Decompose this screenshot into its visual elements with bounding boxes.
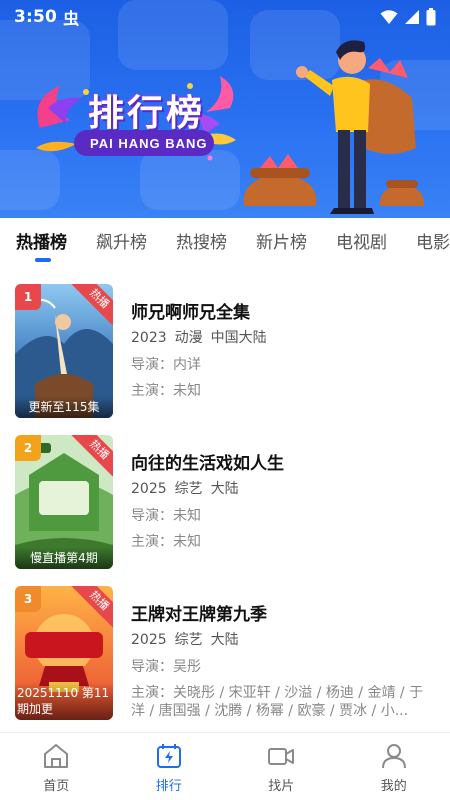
ranking-logo: 排行榜 PAI HANG BANG: [30, 68, 240, 168]
item-meta: 2023 动漫 中国大陆: [131, 328, 435, 348]
item-title[interactable]: 向往的生活戏如人生: [131, 453, 435, 475]
banner-subtitle: PAI HANG BANG: [90, 136, 208, 151]
item-cast: 主演：未知: [131, 383, 201, 399]
tab-hot-search[interactable]: 热搜榜: [176, 218, 227, 268]
item-director: 导演：内详: [131, 357, 201, 373]
nav-label: 排行: [155, 779, 182, 794]
nav-home[interactable]: 首页: [0, 733, 113, 800]
list-item[interactable]: 3 热播 20251110 第11期加更 王牌对王牌第九季 2025 综艺 大陆 导…: [15, 586, 435, 720]
item-cast: 主演：关晓彤 / 宋亚轩 / 沙溢 / 杨迪 / 金靖 / 于洋 / 唐国强 /…: [131, 685, 424, 719]
poster-image[interactable]: 2 热播 慢直播第4期: [15, 435, 113, 569]
item-title[interactable]: 王牌对王牌第九季: [131, 604, 435, 626]
poster-image[interactable]: 3 热播 20251110 第11期加更: [15, 586, 113, 720]
rank-badge: 2: [15, 435, 41, 461]
status-debug-glyph: 虫: [63, 9, 80, 28]
item-meta: 2025 综艺 大陆: [131, 479, 435, 499]
nav-ranking[interactable]: 排行: [113, 733, 226, 800]
home-icon: [44, 744, 69, 768]
tab-rising[interactable]: 飙升榜: [96, 218, 147, 268]
tab-movies[interactable]: 电影: [416, 218, 450, 268]
nav-profile[interactable]: 我的: [338, 733, 450, 800]
ranking-banner: 3:50 虫 排行榜 PAI HANG BANG: [0, 0, 450, 218]
bottom-navigation: 首页 排行 找片 我的: [0, 732, 450, 800]
item-year: 2025: [131, 481, 167, 497]
nav-find[interactable]: 找片: [225, 733, 338, 800]
item-cast: 主演：未知: [131, 534, 201, 550]
item-region: 大陆: [210, 632, 239, 648]
episode-caption: 20251110 第11期加更: [15, 682, 113, 720]
status-time: 3:50: [14, 7, 58, 27]
nav-label: 找片: [268, 779, 295, 794]
item-year: 2025: [131, 632, 167, 648]
ranking-tabs: 热播榜 飙升榜 热搜榜 新片榜 电视剧 电影: [0, 218, 450, 268]
tab-new-releases[interactable]: 新片榜: [256, 218, 307, 268]
episode-caption: 慢直播第4期: [15, 547, 113, 569]
item-director: 导演：吴彤: [131, 659, 201, 675]
tab-hot-playing[interactable]: 热播榜: [16, 218, 67, 268]
list-item[interactable]: 2 热播 慢直播第4期 向往的生活戏如人生 2025 综艺 大陆 导演：未知 主演：…: [15, 435, 435, 569]
item-region: 中国大陆: [210, 330, 267, 346]
item-genre: 综艺: [174, 481, 203, 497]
item-meta: 2025 综艺 大陆: [131, 630, 435, 650]
item-title[interactable]: 师兄啊师兄全集: [131, 302, 435, 324]
status-bar: 3:50 虫: [0, 0, 450, 34]
user-icon: [381, 744, 406, 769]
episode-caption: 更新至115集: [15, 396, 113, 418]
rank-badge: 3: [15, 586, 41, 612]
poster-image[interactable]: 1 热播 更新至115集: [15, 284, 113, 418]
item-year: 2023: [131, 330, 167, 346]
signal-icon: [405, 10, 419, 24]
battery-icon: [426, 8, 436, 26]
wifi-icon: [380, 10, 398, 24]
item-region: 大陆: [210, 481, 239, 497]
ranking-list: 1 热播 更新至115集 师兄啊师兄全集 2023 动漫 中国大陆 导演：内详 主演…: [0, 270, 450, 732]
video-camera-icon: [268, 748, 295, 765]
item-genre: 动漫: [174, 330, 203, 346]
ranking-icon: [156, 744, 181, 768]
item-director: 导演：未知: [131, 508, 201, 524]
nav-label: 首页: [43, 779, 70, 794]
rank-badge: 1: [15, 284, 41, 310]
item-genre: 综艺: [174, 632, 203, 648]
person-with-bags-illustration: [243, 40, 425, 214]
nav-label: 我的: [380, 779, 407, 794]
list-item[interactable]: 1 热播 更新至115集 师兄啊师兄全集 2023 动漫 中国大陆 导演：内详 主演…: [15, 284, 435, 418]
banner-title: 排行榜: [88, 93, 206, 134]
tab-tv-series[interactable]: 电视剧: [336, 218, 387, 268]
